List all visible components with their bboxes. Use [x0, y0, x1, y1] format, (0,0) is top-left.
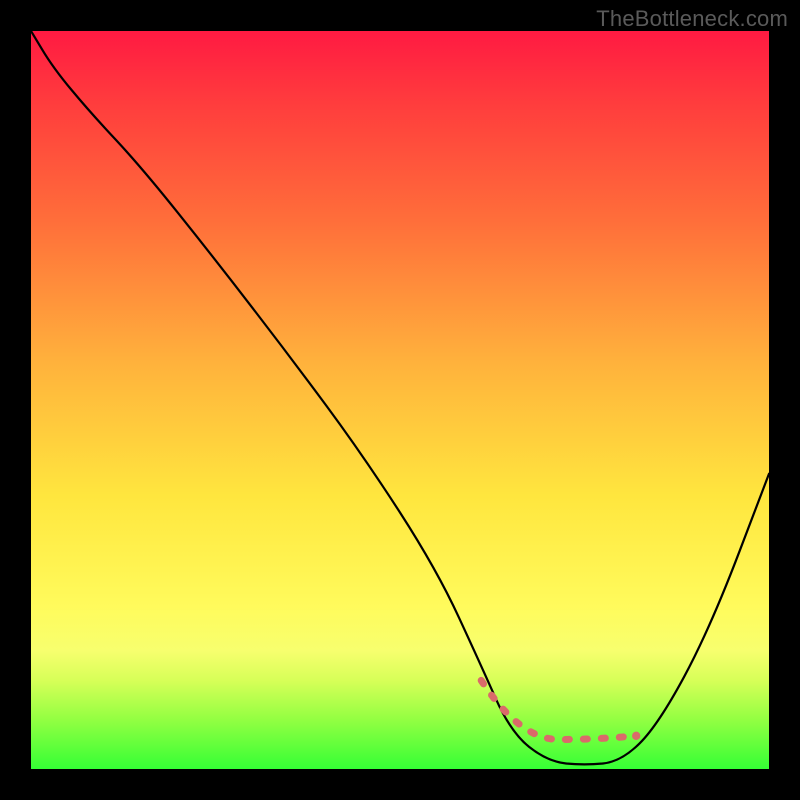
- plot-area: [31, 31, 769, 769]
- optimal-zone-marker: [481, 680, 636, 739]
- optimal-zone-endpoint: [632, 732, 640, 740]
- bottleneck-curve-svg: [31, 31, 769, 769]
- bottleneck-curve: [31, 31, 769, 764]
- watermark-text: TheBottleneck.com: [596, 6, 788, 32]
- bottleneck-chart-frame: TheBottleneck.com: [0, 0, 800, 800]
